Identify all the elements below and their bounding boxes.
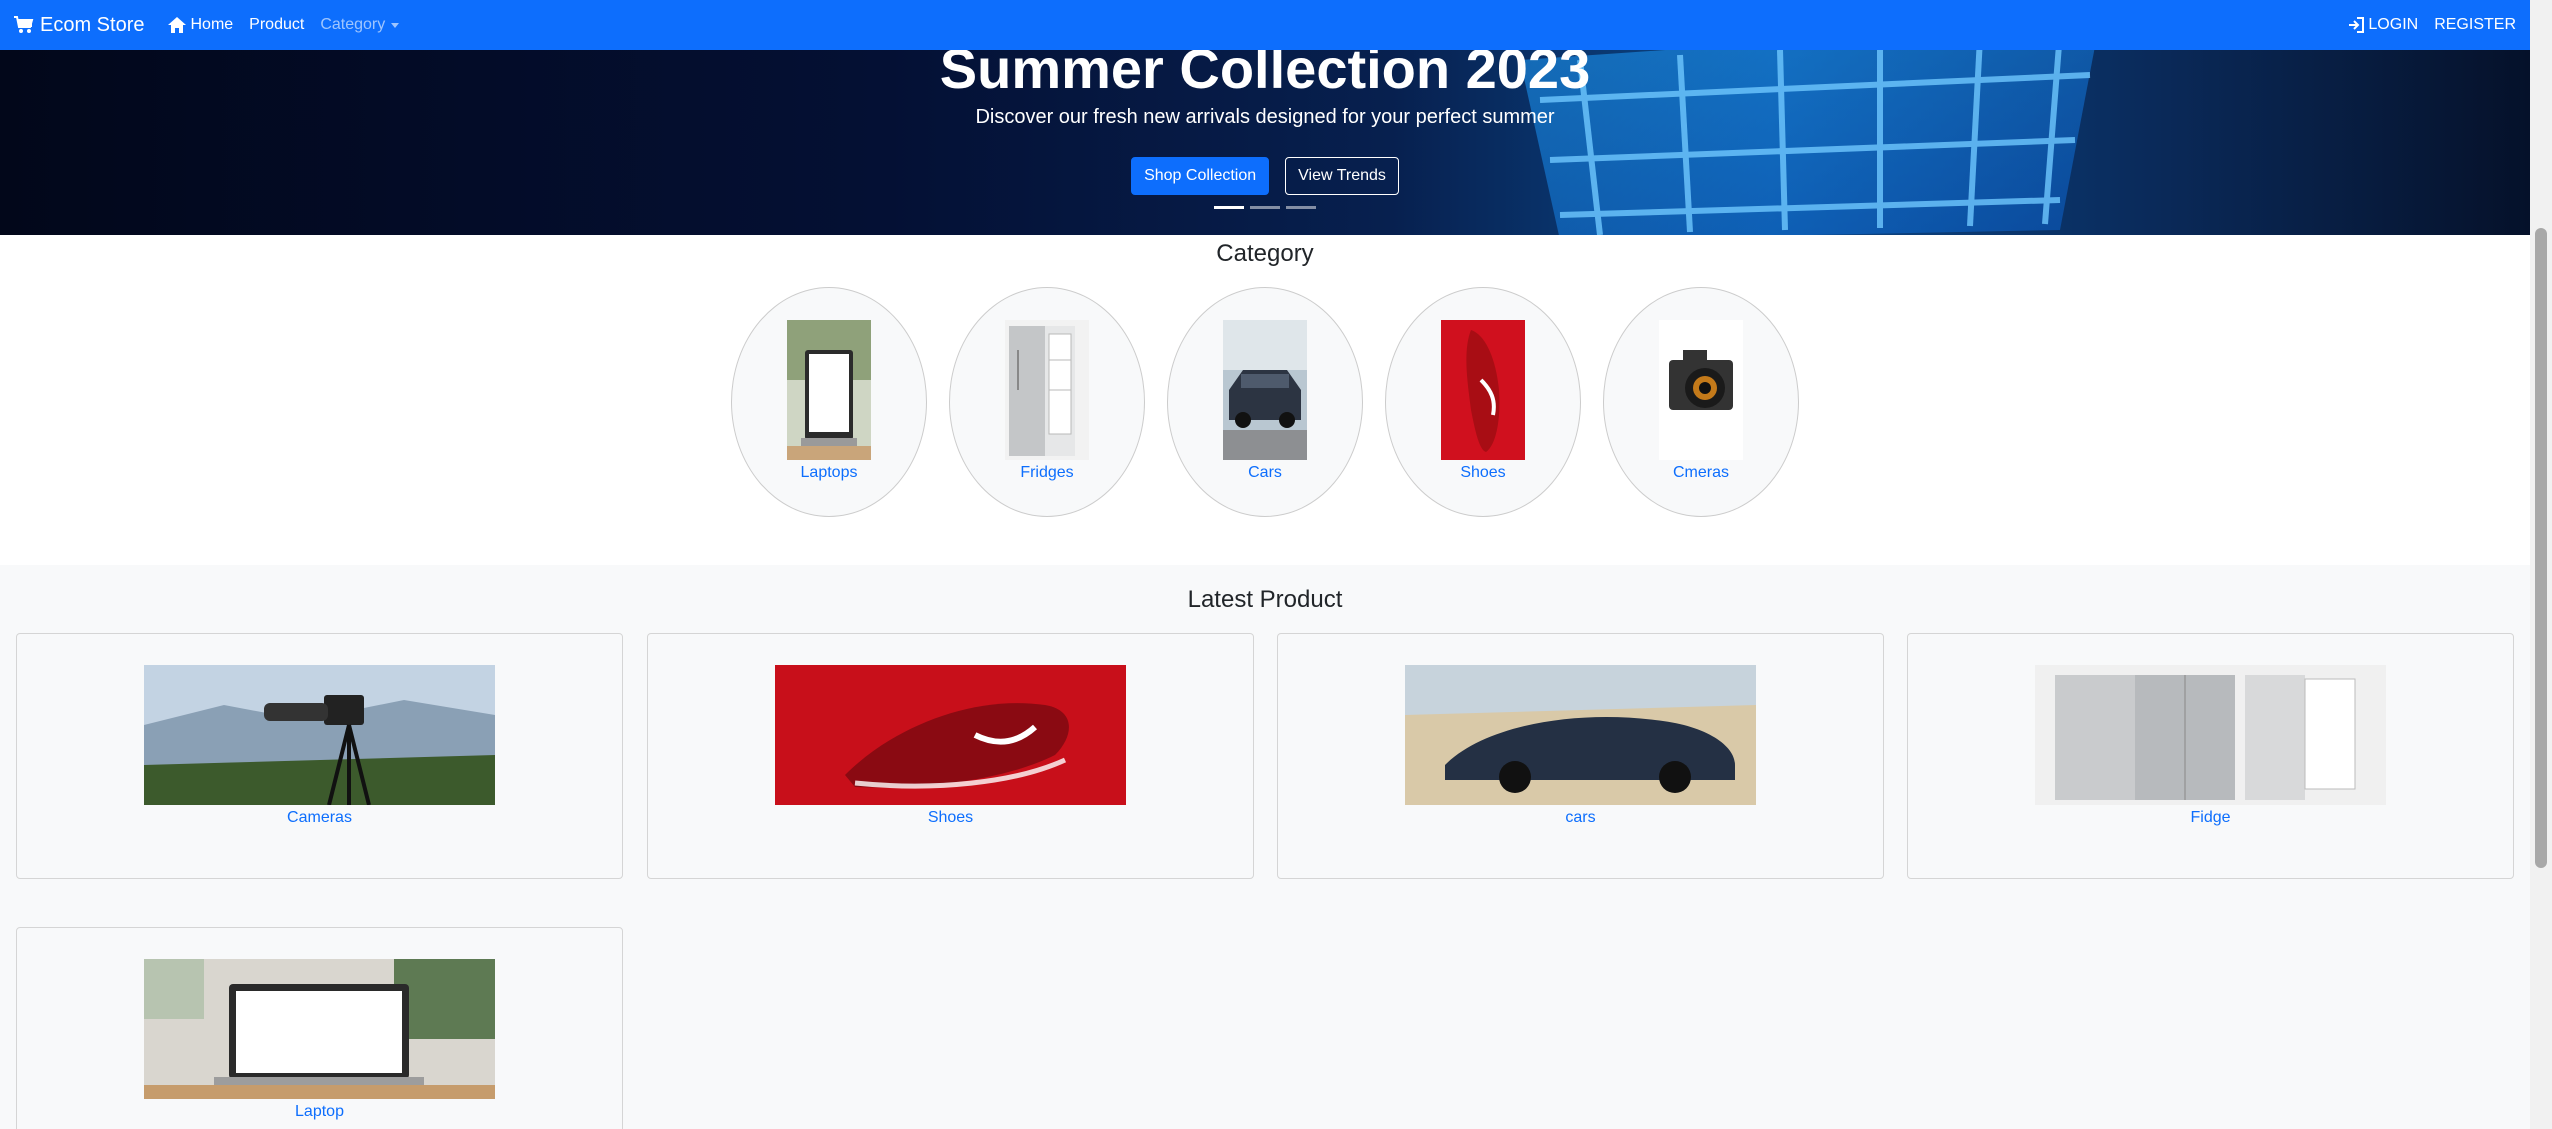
product-card-fridge[interactable]: Fidge	[1907, 633, 2514, 879]
shop-collection-button[interactable]: Shop Collection	[1131, 157, 1270, 195]
shoe-image	[1441, 320, 1525, 460]
nav-home-label: Home	[190, 16, 234, 33]
chevron-down-icon	[391, 22, 400, 28]
laptop-image	[144, 959, 495, 1099]
product-card-shoes[interactable]: Shoes	[647, 633, 1254, 879]
carousel-indicators	[0, 206, 2530, 209]
brand-label: Ecom Store	[40, 13, 145, 36]
product-label: Cameras	[287, 809, 352, 826]
nav-right: LOGIN REGISTER	[2332, 16, 2516, 34]
page-scrollbar[interactable]	[2530, 0, 2552, 1129]
latest-product-title: Latest Product	[1187, 586, 1343, 613]
category-item-cars[interactable]: Cars	[1167, 287, 1363, 517]
camera-image	[144, 665, 495, 805]
carousel-indicator-3[interactable]	[1286, 206, 1316, 209]
hero-buttons: Shop Collection View Trends	[0, 157, 2530, 195]
latest-product-section: Latest Product Cameras Shoes cars Fidge …	[0, 565, 2530, 1129]
category-label: Cmeras	[1672, 464, 1729, 481]
nav-register[interactable]: REGISTER	[2434, 16, 2516, 34]
scrollbar-thumb[interactable]	[2535, 228, 2547, 868]
laptop-image	[787, 320, 871, 460]
navbar: Ecom Store Home Product Category LOGIN R…	[0, 0, 2530, 50]
category-list: Laptops Fridges Cars Shoes Cmeras	[0, 287, 2530, 517]
nav-category-dropdown[interactable]: Category	[320, 16, 400, 34]
product-card-laptop[interactable]: Laptop	[16, 927, 623, 1129]
nav-login[interactable]: LOGIN	[2348, 16, 2418, 34]
product-label: Laptop	[295, 1103, 344, 1120]
camera-image	[1659, 320, 1743, 460]
product-card-cameras[interactable]: Cameras	[16, 633, 623, 879]
category-title: Category	[1216, 240, 1314, 267]
nav-product[interactable]: Product	[249, 16, 304, 34]
product-label: Shoes	[927, 809, 974, 826]
carousel-indicator-1[interactable]	[1214, 206, 1244, 209]
product-card-cars[interactable]: cars	[1277, 633, 1884, 879]
fridge-image	[1005, 320, 1089, 460]
category-item-cameras[interactable]: Cmeras	[1603, 287, 1799, 517]
car-image	[1405, 665, 1756, 805]
category-item-shoes[interactable]: Shoes	[1385, 287, 1581, 517]
login-icon	[2349, 17, 2365, 33]
product-label: cars	[1565, 809, 1596, 826]
hero-subtitle: Discover our fresh new arrivals designed…	[975, 106, 1555, 128]
category-label: Fridges	[1020, 464, 1074, 481]
home-icon	[168, 17, 187, 33]
shoe-image	[775, 665, 1126, 805]
category-label: Shoes	[1460, 464, 1506, 481]
shopping-cart-icon	[14, 16, 34, 33]
category-item-laptops[interactable]: Laptops	[731, 287, 927, 517]
view-trends-button[interactable]: View Trends	[1285, 157, 1399, 195]
nav-login-label: LOGIN	[2368, 16, 2419, 33]
page: Summer Collection 2023 Discover our fres…	[0, 0, 2530, 1129]
carousel-indicator-2[interactable]	[1250, 206, 1280, 209]
nav-category-label: Category	[320, 16, 386, 33]
category-item-fridges[interactable]: Fridges	[949, 287, 1145, 517]
product-label: Fidge	[2190, 809, 2231, 826]
category-label: Laptops	[800, 464, 858, 481]
nav-home[interactable]: Home	[168, 16, 233, 34]
brand-link[interactable]: Ecom Store	[14, 14, 144, 37]
car-image	[1223, 320, 1307, 460]
category-label: Cars	[1248, 464, 1282, 481]
fridge-image	[2035, 665, 2386, 805]
